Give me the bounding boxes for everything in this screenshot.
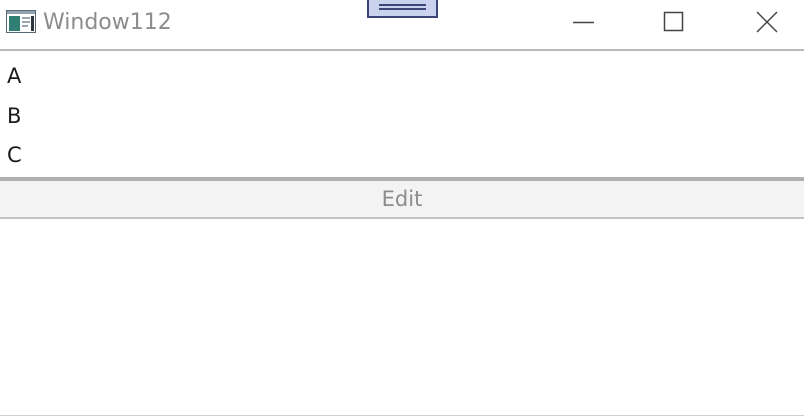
window-title: Window112 bbox=[43, 10, 172, 35]
list-item[interactable]: C bbox=[0, 135, 804, 175]
grip-line bbox=[379, 4, 426, 6]
minimize-button[interactable] bbox=[560, 0, 606, 44]
content-area bbox=[0, 219, 804, 416]
drag-handle[interactable] bbox=[367, 0, 438, 18]
close-button[interactable] bbox=[744, 0, 790, 44]
maximize-button[interactable] bbox=[651, 0, 697, 44]
window-app-icon bbox=[6, 10, 36, 33]
list-item[interactable]: A bbox=[0, 56, 804, 96]
edit-button[interactable]: Edit bbox=[0, 177, 804, 219]
list-item[interactable]: B bbox=[0, 96, 804, 136]
title-bar[interactable]: Window112 bbox=[0, 0, 804, 51]
item-list: A B C bbox=[0, 51, 804, 178]
grip-line bbox=[379, 8, 426, 10]
